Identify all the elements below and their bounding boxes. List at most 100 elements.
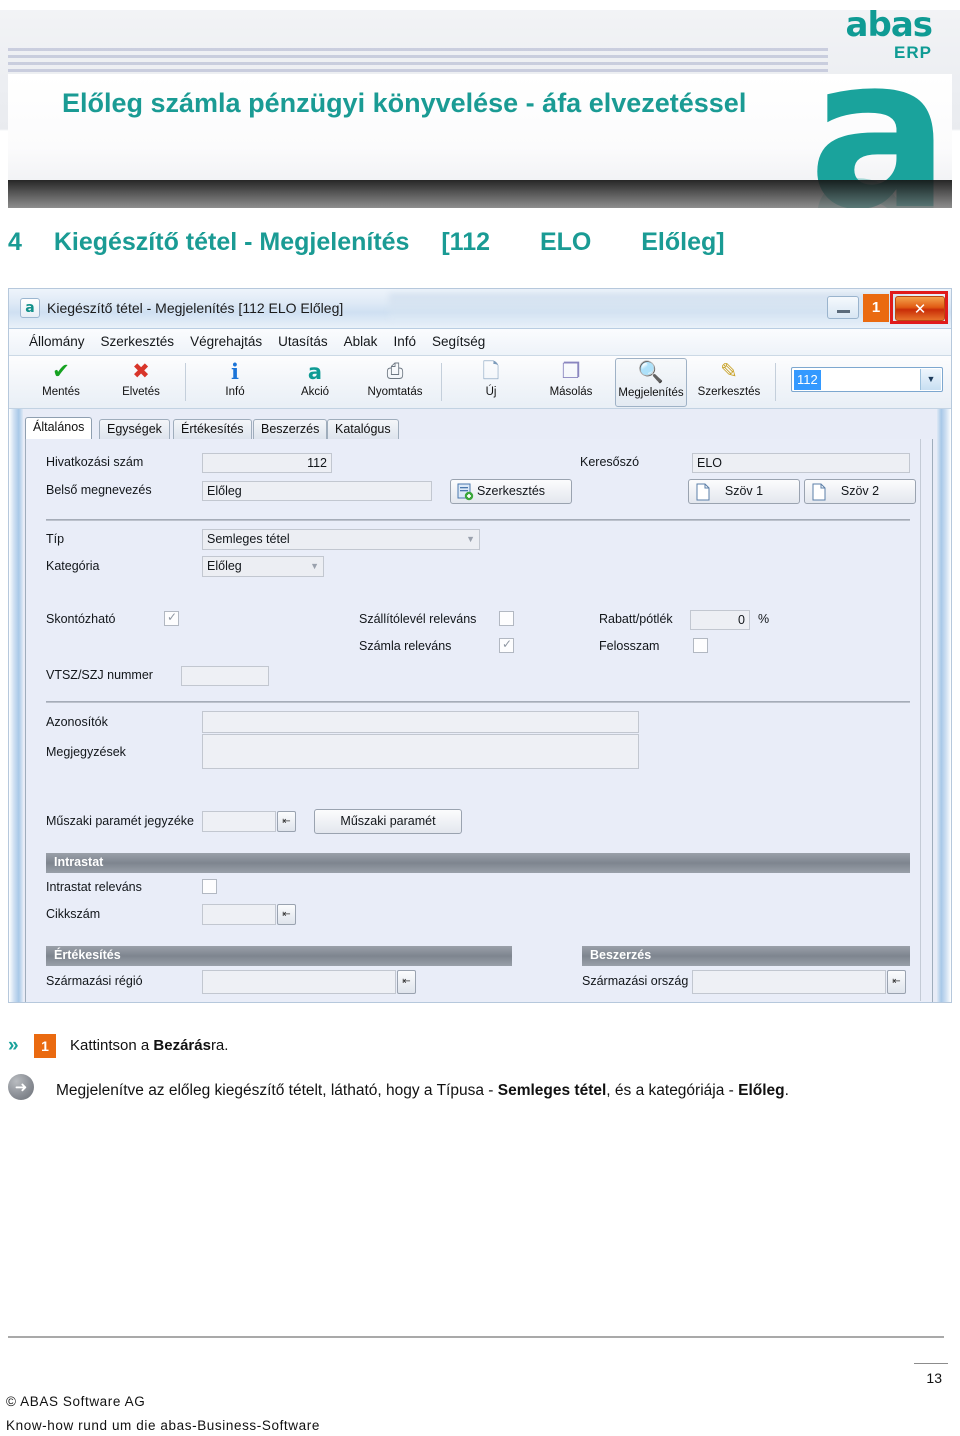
field-tip[interactable]: Semleges tétel ▼ <box>202 529 480 550</box>
divider-1 <box>46 519 910 521</box>
menu-bar: Állomány Szerkesztés Végrehajtás Utasítá… <box>9 329 951 356</box>
field-vtsz[interactable] <box>181 666 269 686</box>
page-number-rule <box>914 1363 948 1364</box>
checkbox-felosszam[interactable] <box>693 638 708 653</box>
muszaki-paramet-button-label: Műszaki paramét <box>340 814 436 828</box>
toolbar-button-szerkesztes[interactable]: ✎ Szerkesztés <box>693 358 765 407</box>
menu-item-allomany[interactable]: Állomány <box>21 329 93 354</box>
menu-item-vegrehajtas[interactable]: Végrehajtás <box>182 329 270 354</box>
page-banner: a a Előleg számla pénzügyi könyvelése - … <box>0 0 960 208</box>
field-kategoria[interactable]: Előleg ▼ <box>202 556 324 577</box>
toolbar-label-szerkesztes: Szerkesztés <box>697 386 761 398</box>
minimize-icon <box>837 310 850 313</box>
arrow-right-icon: ➜ <box>8 1074 34 1100</box>
szov1-button[interactable]: Szöv 1 <box>688 479 800 504</box>
toolbar-label-mentes: Mentés <box>42 386 80 398</box>
tab-altalanos[interactable]: Általános <box>25 417 93 439</box>
tab-katalogus[interactable]: Katalógus <box>327 419 399 439</box>
field-szarmazasi-orszag[interactable] <box>692 970 886 994</box>
section-heading: 4 Kiegészítő tétel - Megjelenítés [112 E… <box>8 228 725 257</box>
quick-search-combo[interactable]: 112 ▼ <box>791 367 943 392</box>
label-vtsz: VTSZ/SZJ nummer <box>46 668 153 682</box>
menu-item-szerkesztes[interactable]: Szerkesztés <box>93 329 183 354</box>
section-heading-ref2: ELO <box>539 228 592 256</box>
copy-icon: ❐ <box>561 360 581 383</box>
divider-2 <box>46 701 910 703</box>
label-szallitolevel-relevans: Szállítólevél releváns <box>359 612 477 626</box>
szov2-button[interactable]: Szöv 2 <box>804 479 916 504</box>
label-tip: Típ <box>46 532 65 546</box>
toolbar-separator-1 <box>185 363 186 401</box>
close-button-highlight: ✕ <box>890 291 948 324</box>
section-heading-ref3: Előleg] <box>641 228 725 256</box>
picker-cikkszam-icon[interactable]: ⇤ <box>277 904 296 925</box>
field-megjegyzesek[interactable] <box>202 734 639 769</box>
field-rabatt-potlek[interactable]: 0 <box>690 610 750 630</box>
checkbox-skontozhato[interactable] <box>164 610 179 626</box>
magnifier-icon: 🔍 <box>637 361 665 384</box>
muszaki-paramet-button[interactable]: Műszaki paramét <box>314 809 462 834</box>
edit-button[interactable]: Szerkesztés <box>450 479 572 504</box>
group-header-beszerzes: Beszerzés <box>582 946 910 966</box>
field-cikkszam[interactable] <box>202 904 276 925</box>
minimize-button[interactable] <box>827 296 859 319</box>
field-keresoszo[interactable]: ELO <box>692 453 910 473</box>
field-azonositok[interactable] <box>202 711 639 733</box>
toolbar-button-akcio[interactable]: a Akció <box>279 358 351 407</box>
tab-ertekesites[interactable]: Értékesítés <box>173 419 252 439</box>
menu-item-segitseg[interactable]: Segítség <box>424 329 493 354</box>
checkbox-szamla-relevans[interactable] <box>499 637 514 653</box>
toolbar-label-masolas: Másolás <box>549 386 593 398</box>
label-kategoria: Kategória <box>46 559 100 573</box>
menu-item-utasitas[interactable]: Utasítás <box>270 329 336 354</box>
chevron-down-icon: ▼ <box>466 534 475 544</box>
footer-copyright: © ABAS Software AG <box>6 1394 146 1409</box>
close-button[interactable]: ✕ <box>895 296 945 321</box>
field-belso-megnevezes[interactable]: Előleg <box>202 481 432 501</box>
toolbar-button-megjelenites[interactable]: 🔍 Megjelenítés <box>615 358 687 407</box>
chevron-down-icon[interactable]: ▼ <box>920 369 941 390</box>
menu-item-ablak[interactable]: Ablak <box>336 329 386 354</box>
checkbox-intrastat-relevans[interactable] <box>202 879 217 894</box>
field-muszaki-jegyzek[interactable] <box>202 811 276 832</box>
toolbar-button-info[interactable]: i Infó <box>199 358 271 407</box>
label-cikkszam: Cikkszám <box>46 907 101 921</box>
checkbox-szallitolevel-relevans[interactable] <box>499 611 514 626</box>
toolbar-button-elvetes[interactable]: ✖ Elvetés <box>105 358 177 407</box>
note-text-a: Megjelenítve az előleg kiegészítő tételt… <box>56 1082 498 1099</box>
menu-item-info[interactable]: Infó <box>385 329 424 354</box>
banner-top-strip <box>0 0 960 10</box>
label-keresoszo: Keresőszó <box>580 455 640 469</box>
szov1-button-label: Szöv 1 <box>724 484 764 498</box>
note-text-bold-2: Előleg <box>738 1082 785 1099</box>
label-szarmazasi-orszag: Származási ország <box>582 974 689 988</box>
abas-a-icon: a <box>307 360 323 384</box>
chevron-down-icon: ▼ <box>310 561 319 571</box>
window-title: Kiegészítő tétel - Megjelenítés [112 ELO… <box>47 300 344 316</box>
field-kategoria-value: Előleg <box>207 559 242 573</box>
section-heading-ref1: [112 <box>441 228 491 256</box>
toolbar-label-akcio: Akció <box>300 386 330 398</box>
section-heading-number: 4 <box>8 228 22 256</box>
panel-vertical-scrollbar[interactable] <box>920 439 932 1001</box>
field-szarmazasi-regio[interactable] <box>202 970 396 994</box>
new-doc-icon: 🗋 <box>482 360 500 383</box>
toolbar-button-nyomtatas[interactable]: ⎙ Nyomtatás <box>359 358 431 407</box>
label-rabatt-potlek: Rabatt/pótlék <box>599 612 673 626</box>
step-number-badge: 1 <box>34 1034 56 1058</box>
picker-szarmazasi-regio-icon[interactable]: ⇤ <box>397 970 416 994</box>
picker-szarmazasi-orszag-icon[interactable]: ⇤ <box>887 970 906 994</box>
toolbar-button-mentes[interactable]: ✔ Mentés <box>25 358 97 407</box>
note-text-bold-1: Semleges tétel <box>497 1082 607 1099</box>
banner-dark-strip <box>8 180 952 208</box>
tab-beszerzes[interactable]: Beszerzés <box>253 419 328 439</box>
toolbar-button-masolas[interactable]: ❐ Másolás <box>535 358 607 407</box>
field-hivatkozasi-szam[interactable]: 112 <box>202 453 332 473</box>
label-megjegyzesek: Megjegyzések <box>46 745 126 759</box>
picker-muszaki-jegyzek-icon[interactable]: ⇤ <box>277 811 296 832</box>
toolbar-label-megjelenites: Megjelenítés <box>618 387 684 399</box>
toolbar-separator-3 <box>775 363 776 401</box>
quick-search-value: 112 <box>794 370 821 390</box>
toolbar-button-uj[interactable]: 🗋 Új <box>455 358 527 407</box>
tab-egysegek[interactable]: Egységek <box>99 419 170 439</box>
